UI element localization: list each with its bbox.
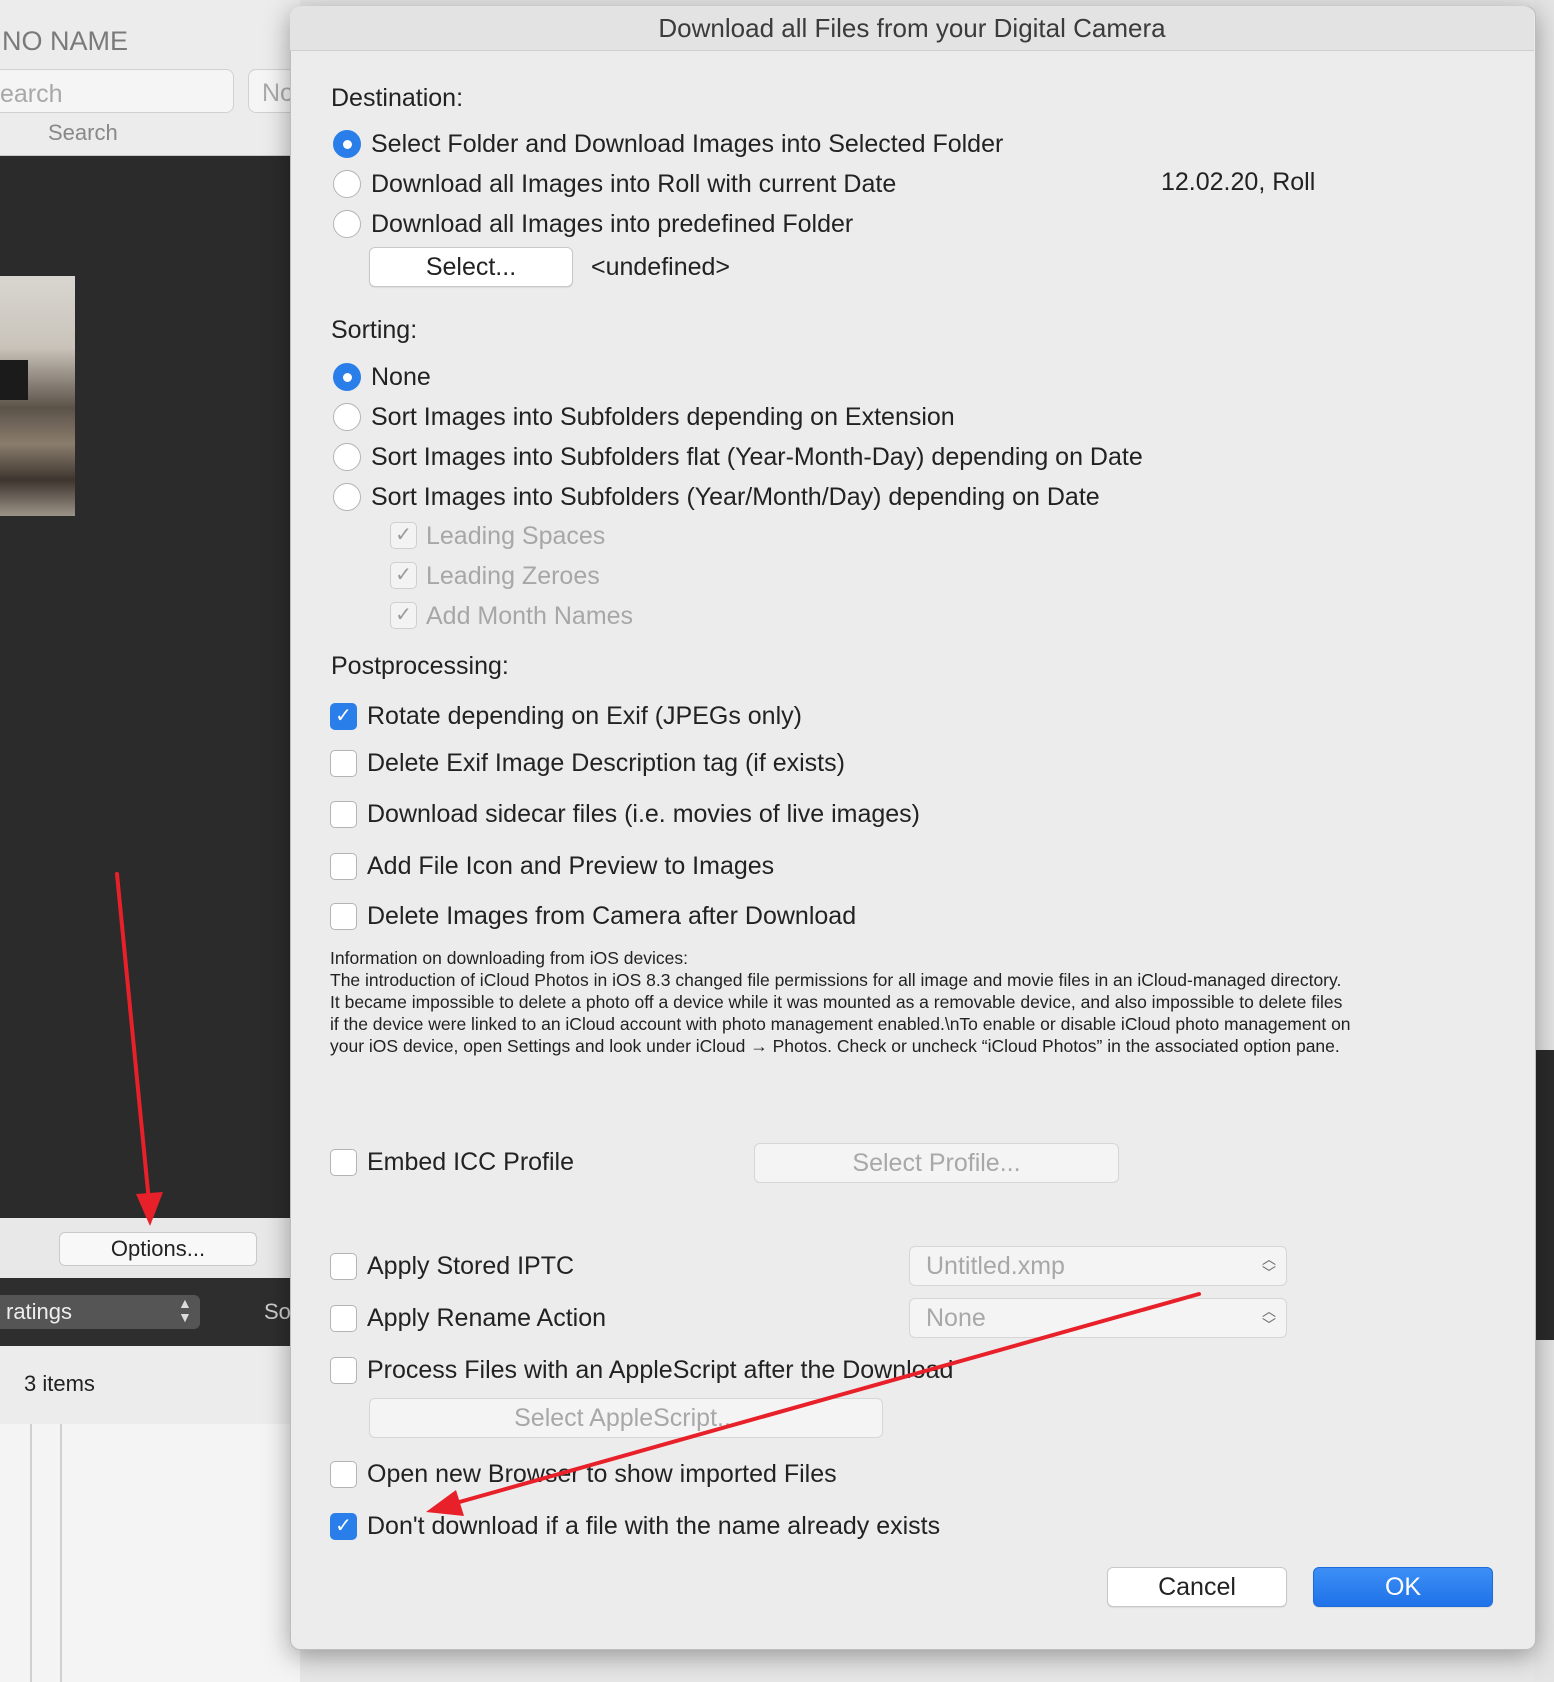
ios-info-text: Information on downloading from iOS devi…: [330, 947, 1490, 1057]
add-file-icon-label[interactable]: Add File Icon and Preview to Images: [367, 852, 774, 881]
radio-sort-none-label[interactable]: None: [371, 363, 431, 392]
apply-rename-checkbox[interactable]: [330, 1305, 357, 1332]
ok-button[interactable]: OK: [1313, 1567, 1493, 1607]
open-browser-checkbox[interactable]: [330, 1461, 357, 1488]
background-right-edge: [1534, 0, 1554, 1682]
radio-roll-current-date[interactable]: [333, 170, 361, 198]
leading-spaces-label: Leading Spaces: [426, 522, 606, 550]
thumbnail-detail: [0, 360, 28, 400]
delete-after-download-checkbox[interactable]: [330, 903, 357, 930]
sorting-heading: Sorting:: [331, 316, 418, 344]
embed-icc-checkbox[interactable]: [330, 1149, 357, 1176]
select-profile-button[interactable]: Select Profile...: [754, 1143, 1119, 1183]
open-browser-label[interactable]: Open new Browser to show imported Files: [367, 1460, 837, 1489]
apply-rename-label[interactable]: Apply Rename Action: [367, 1304, 606, 1333]
download-sidecar-checkbox[interactable]: [330, 801, 357, 828]
delete-exif-description-label[interactable]: Delete Exif Image Description tag (if ex…: [367, 749, 845, 778]
roll-preview: 12.02.20, Roll: [1161, 168, 1316, 196]
sort-label: So: [264, 1299, 291, 1324]
leading-zeroes-label: Leading Zeroes: [426, 562, 600, 590]
updown-chevron-icon: ︿ ﹀: [1262, 1251, 1276, 1281]
add-file-icon-checkbox[interactable]: [330, 853, 357, 880]
info-line: Information on downloading from iOS devi…: [330, 948, 688, 968]
radio-sort-extension-label[interactable]: Sort Images into Subfolders depending on…: [371, 403, 955, 432]
info-line: The introduction of iCloud Photos in iOS…: [330, 970, 1342, 990]
volume-title: NO NAME: [2, 26, 129, 56]
pane-divider: [60, 1424, 62, 1682]
search-placeholder: earch: [0, 80, 63, 108]
cancel-button[interactable]: Cancel: [1107, 1567, 1287, 1607]
background-right-dark: [1534, 1050, 1554, 1340]
radio-predefined-folder[interactable]: [333, 210, 361, 238]
delete-after-download-label[interactable]: Delete Images from Camera after Download: [367, 902, 856, 931]
info-line: It became impossible to delete a photo o…: [330, 992, 1343, 1012]
iptc-select[interactable]: Untitled.xmp: [909, 1246, 1287, 1286]
select-applescript-button[interactable]: Select AppleScript...: [369, 1398, 883, 1438]
radio-sort-none[interactable]: [333, 363, 361, 391]
search-label: Search: [48, 120, 118, 145]
skip-existing-checkbox[interactable]: ✓: [330, 1513, 357, 1540]
radio-select-folder-label[interactable]: Select Folder and Download Images into S…: [371, 130, 1003, 159]
add-month-names-label: Add Month Names: [426, 602, 634, 630]
updown-chevron-icon: ︿ ﹀: [1262, 1303, 1276, 1333]
radio-select-folder[interactable]: [333, 130, 361, 158]
radio-predefined-folder-label[interactable]: Download all Images into predefined Fold…: [371, 210, 853, 239]
postprocessing-heading: Postprocessing:: [331, 652, 509, 680]
radio-sort-flat-date-label[interactable]: Sort Images into Subfolders flat (Year-M…: [371, 443, 1143, 472]
add-month-names-checkbox: ✓: [390, 602, 417, 629]
destination-heading: Destination:: [331, 84, 464, 112]
dialog-title: Download all Files from your Digital Cam…: [658, 13, 1166, 43]
radio-sort-flat-date[interactable]: [333, 443, 361, 471]
radio-sort-nested-date-label[interactable]: Sort Images into Subfolders (Year/Month/…: [371, 483, 1100, 512]
updown-chevron-icon: ▲ ▼: [178, 1295, 192, 1325]
applescript-label[interactable]: Process Files with an AppleScript after …: [367, 1356, 953, 1385]
ratings-select[interactable]: ratings: [0, 1295, 200, 1329]
rotate-exif-label[interactable]: Rotate depending on Exif (JPEGs only): [367, 702, 802, 731]
applescript-checkbox[interactable]: [330, 1357, 357, 1384]
skip-existing-label[interactable]: Don't download if a file with the name a…: [367, 1512, 940, 1541]
info-line: if the device were linked to an iCloud a…: [330, 1014, 1351, 1034]
rename-action-select[interactable]: None: [909, 1298, 1287, 1338]
pane-divider: [30, 1424, 32, 1682]
select-folder-button[interactable]: Select...: [369, 247, 573, 287]
radio-sort-extension[interactable]: [333, 403, 361, 431]
embed-icc-label[interactable]: Embed ICC Profile: [367, 1148, 574, 1177]
apply-iptc-label[interactable]: Apply Stored IPTC: [367, 1252, 574, 1281]
folder-value: <undefined>: [591, 253, 731, 281]
items-count: 3 items: [24, 1371, 95, 1396]
info-line: your iOS device, open Settings and look …: [330, 1036, 1340, 1056]
delete-exif-description-checkbox[interactable]: [330, 750, 357, 777]
rotate-exif-checkbox[interactable]: ✓: [330, 703, 357, 730]
lower-pane: [0, 1424, 300, 1682]
download-sidecar-label[interactable]: Download sidecar files (i.e. movies of l…: [367, 800, 920, 829]
apply-iptc-checkbox[interactable]: [330, 1253, 357, 1280]
radio-roll-current-date-label[interactable]: Download all Images into Roll with curre…: [371, 170, 896, 199]
leading-zeroes-checkbox: ✓: [390, 562, 417, 589]
radio-sort-nested-date[interactable]: [333, 483, 361, 511]
leading-spaces-checkbox: ✓: [390, 522, 417, 549]
options-button[interactable]: Options...: [59, 1232, 257, 1266]
